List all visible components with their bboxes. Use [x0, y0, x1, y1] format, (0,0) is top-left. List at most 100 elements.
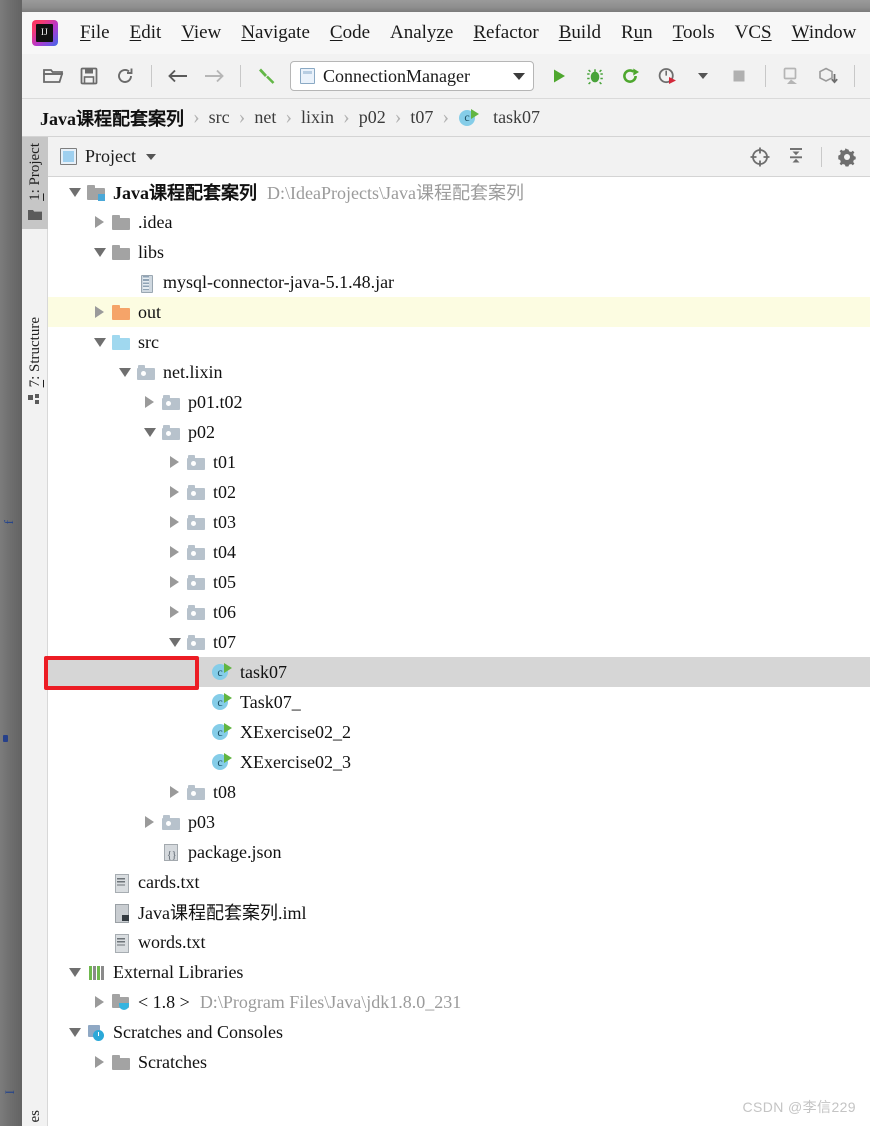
tree-row[interactable]: p02	[48, 417, 870, 447]
sync-refresh-icon[interactable]	[108, 60, 142, 92]
menu-item-analyze[interactable]: Analyze	[380, 20, 463, 46]
tree-row[interactable]: task07	[48, 657, 870, 687]
tree-expand-arrow-open-icon[interactable]	[116, 364, 133, 381]
tree-expand-arrow-open-icon[interactable]	[91, 244, 108, 261]
settings-gear-icon[interactable]	[830, 142, 864, 172]
menu-bar: File Edit View Navigate Code Analyze Ref…	[22, 12, 870, 54]
sidebar-item-project[interactable]: 1: Project	[22, 137, 48, 229]
tree-row[interactable]: Scratches	[48, 1047, 870, 1077]
tree-expand-arrow-closed-icon[interactable]	[166, 574, 183, 591]
tree-row[interactable]: < 1.8 > D:\Program Files\Java\jdk1.8.0_23…	[48, 987, 870, 1017]
breadcrumb-item-3[interactable]: lixin	[301, 107, 334, 128]
tree-row[interactable]: words.txt	[48, 927, 870, 957]
tree-expand-arrow-closed-icon[interactable]	[91, 304, 108, 321]
breadcrumb-item-2[interactable]: net	[254, 107, 276, 128]
tree-expand-arrow-closed-icon[interactable]	[166, 454, 183, 471]
tree-row[interactable]: t07	[48, 627, 870, 657]
tree-row[interactable]: t03	[48, 507, 870, 537]
tree-row[interactable]: Java课程配套案列 D:\IdeaProjects\Java课程配套案列	[48, 177, 870, 207]
run-configuration-selector[interactable]: ConnectionManager	[290, 61, 534, 91]
tree-row[interactable]: External Libraries	[48, 957, 870, 987]
menu-item-edit[interactable]: Edit	[120, 20, 172, 46]
tree-row[interactable]: t08	[48, 777, 870, 807]
tree-row[interactable]: p03	[48, 807, 870, 837]
json-file-icon	[161, 843, 181, 861]
gradle-sync-icon[interactable]	[811, 60, 845, 92]
tree-expand-arrow-open-icon[interactable]	[66, 1024, 83, 1041]
tree-expand-arrow-open-icon[interactable]	[91, 334, 108, 351]
breadcrumb-item-5[interactable]: t07	[410, 107, 433, 128]
run-triangle-icon[interactable]	[542, 60, 576, 92]
navigate-forward-icon[interactable]	[197, 60, 231, 92]
menu-item-window[interactable]: Window	[782, 20, 867, 46]
project-tree[interactable]: Java课程配套案列 D:\IdeaProjects\Java课程配套案列 .ide…	[48, 177, 870, 1126]
build-hammer-icon[interactable]	[250, 60, 284, 92]
menu-item-vcs[interactable]: VCS	[725, 20, 782, 46]
device-manager-icon[interactable]	[775, 60, 809, 92]
run-with-coverage-icon[interactable]	[614, 60, 648, 92]
menu-item-code[interactable]: Code	[320, 20, 380, 46]
tree-row[interactable]: t05	[48, 567, 870, 597]
tree-expand-arrow-open-icon[interactable]	[66, 184, 83, 201]
tree-expand-arrow-closed-icon[interactable]	[166, 514, 183, 531]
tree-expand-arrow-closed-icon[interactable]	[141, 394, 158, 411]
sidebar-item-structure[interactable]: 7: Structure	[22, 311, 48, 415]
chevron-down-icon[interactable]	[146, 153, 156, 160]
profiler-dropdown-icon[interactable]	[686, 60, 720, 92]
tree-row[interactable]: t02	[48, 477, 870, 507]
tree-expand-arrow-open-icon[interactable]	[66, 964, 83, 981]
tree-expand-arrow-closed-icon[interactable]	[141, 814, 158, 831]
tree-expand-arrow-closed-icon[interactable]	[91, 1054, 108, 1071]
tree-row[interactable]: cards.txt	[48, 867, 870, 897]
menu-item-tools[interactable]: Tools	[663, 20, 725, 46]
tree-expand-arrow-closed-icon[interactable]	[166, 484, 183, 501]
tree-expand-arrow-closed-icon[interactable]	[91, 214, 108, 231]
tree-row[interactable]: libs	[48, 237, 870, 267]
navigate-back-icon[interactable]	[161, 60, 195, 92]
tree-expand-arrow-closed-icon[interactable]	[166, 544, 183, 561]
tree-row[interactable]: t04	[48, 537, 870, 567]
tree-row[interactable]: .idea	[48, 207, 870, 237]
tree-expand-arrow-closed-icon[interactable]	[166, 784, 183, 801]
sidebar-item-favorites[interactable]: es	[22, 1110, 48, 1123]
menu-item-file[interactable]: File	[70, 20, 120, 46]
search-everywhere-icon[interactable]	[864, 60, 870, 92]
locate-target-icon[interactable]	[743, 142, 777, 172]
tree-row[interactable]: p01.t02	[48, 387, 870, 417]
tree-row[interactable]: src	[48, 327, 870, 357]
tree-row-label: words.txt	[138, 931, 206, 952]
tree-row[interactable]: t06	[48, 597, 870, 627]
tree-row[interactable]: out	[48, 297, 870, 327]
collapse-all-icon[interactable]	[779, 142, 813, 172]
tree-row[interactable]: net.lixin	[48, 357, 870, 387]
breadcrumb-leaf[interactable]: task07	[458, 107, 540, 128]
breadcrumb-item-1[interactable]: src	[209, 107, 230, 128]
stop-square-icon[interactable]	[722, 60, 756, 92]
tree-row[interactable]: package.json	[48, 837, 870, 867]
menu-item-navigate[interactable]: Navigate	[231, 20, 320, 46]
chevron-down-icon[interactable]	[513, 72, 525, 80]
tree-row[interactable]: Task07_	[48, 687, 870, 717]
tree-row-label: XExercise02_2	[240, 721, 351, 742]
tree-row[interactable]: Scratches and Consoles	[48, 1017, 870, 1047]
menu-item-build[interactable]: Build	[549, 20, 611, 46]
tree-expand-arrow-open-icon[interactable]	[166, 634, 183, 651]
tree-row[interactable]: XExercise02_3	[48, 747, 870, 777]
tree-row[interactable]: mysql-connector-java-5.1.48.jar	[48, 267, 870, 297]
menu-item-run[interactable]: Run	[611, 20, 663, 46]
tree-expand-arrow-closed-icon[interactable]	[166, 604, 183, 621]
profiler-icon[interactable]	[650, 60, 684, 92]
open-folder-icon[interactable]	[36, 60, 70, 92]
tree-expand-arrow-open-icon[interactable]	[141, 424, 158, 441]
tree-row-label: < 1.8 >	[138, 991, 190, 1012]
tree-row[interactable]: Java课程配套案列.iml	[48, 897, 870, 927]
menu-item-refactor[interactable]: Refactor	[463, 20, 548, 46]
menu-item-view[interactable]: View	[171, 20, 231, 46]
save-all-icon[interactable]	[72, 60, 106, 92]
breadcrumb-item-0[interactable]: Java课程配套案列	[40, 105, 184, 131]
debug-bug-icon[interactable]	[578, 60, 612, 92]
breadcrumb-item-4[interactable]: p02	[359, 107, 386, 128]
tree-row[interactable]: t01	[48, 447, 870, 477]
tree-expand-arrow-closed-icon[interactable]	[91, 994, 108, 1011]
tree-row[interactable]: XExercise02_2	[48, 717, 870, 747]
